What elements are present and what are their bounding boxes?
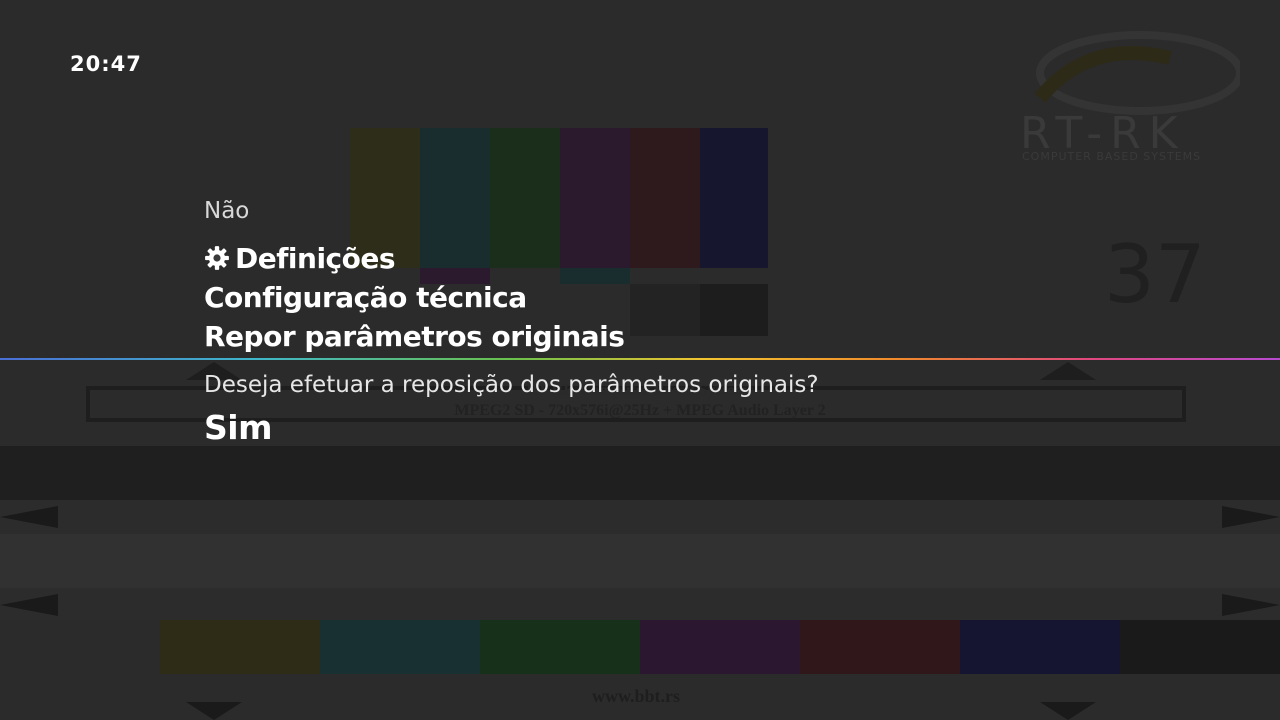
dark-band xyxy=(0,446,1280,500)
color-bar xyxy=(320,620,480,674)
gear-icon xyxy=(205,246,229,270)
color-bar xyxy=(560,268,630,284)
option-no[interactable]: Não xyxy=(204,198,249,224)
color-bar xyxy=(800,620,960,674)
clock: 20:47 xyxy=(70,52,142,76)
grey-band xyxy=(0,588,1280,620)
color-bar xyxy=(630,284,700,336)
breadcrumb-level-2: Configuração técnica xyxy=(204,281,527,314)
color-bar xyxy=(490,128,560,268)
color-bar xyxy=(700,284,768,336)
breadcrumb-settings: Definições xyxy=(204,242,396,275)
color-bar xyxy=(700,128,768,268)
breadcrumb-level-3: Repor parâmetros originais xyxy=(204,320,625,353)
right-arrow-icon xyxy=(1222,506,1280,528)
test-card-background: RT-RK COMPUTER BASED SYSTEMS 37 RT-RK Co… xyxy=(0,0,1280,720)
grey-band xyxy=(0,500,1280,534)
left-arrow-icon xyxy=(0,594,58,616)
logo-subtitle: COMPUTER BASED SYSTEMS xyxy=(1022,150,1202,163)
color-bar xyxy=(480,620,640,674)
grey-band xyxy=(0,534,1280,588)
color-bar xyxy=(630,128,700,268)
channel-number: 37 xyxy=(1104,228,1206,321)
logo-swoosh-icon xyxy=(1034,31,1240,115)
breadcrumb-level-1: Definições xyxy=(235,242,396,275)
right-arrow-icon xyxy=(1222,594,1280,616)
color-bar xyxy=(420,128,490,268)
color-bar xyxy=(640,620,800,674)
color-bar xyxy=(1120,620,1280,674)
focus-divider xyxy=(0,358,1280,360)
up-arrow-icon xyxy=(1040,362,1096,380)
website-url: www.bbt.rs xyxy=(591,686,680,706)
confirmation-question: Deseja efetuar a reposição dos parâmetro… xyxy=(204,372,819,398)
color-bar xyxy=(160,620,320,674)
left-arrow-icon xyxy=(0,506,58,528)
option-yes[interactable]: Sim xyxy=(204,408,272,447)
color-bar xyxy=(960,620,1120,674)
color-bar xyxy=(560,128,630,268)
info-line-2: MPEG2 SD - 720x576i@25Hz + MPEG Audio La… xyxy=(454,402,826,419)
